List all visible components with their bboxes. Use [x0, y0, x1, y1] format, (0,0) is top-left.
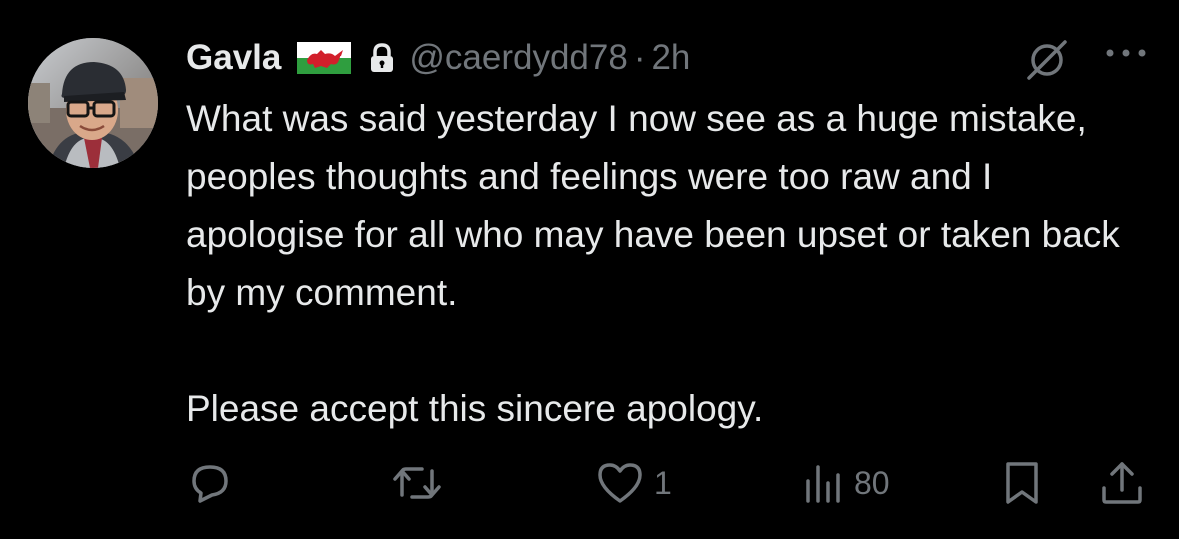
- avatar[interactable]: [28, 38, 158, 168]
- more-options-icon[interactable]: [1100, 40, 1152, 66]
- reply-icon: [188, 461, 232, 505]
- reply-button[interactable]: [188, 455, 232, 511]
- retweet-button[interactable]: [392, 455, 442, 511]
- share-icon: [1100, 460, 1144, 506]
- views-icon: [800, 461, 844, 505]
- tweet-header: Gavla @caerdydd78 · 2h: [186, 30, 690, 86]
- action-bar: 1 80: [0, 455, 1179, 511]
- like-button[interactable]: 1: [596, 455, 672, 511]
- wales-flag-icon: [297, 42, 352, 74]
- retweet-icon: [392, 461, 442, 505]
- heart-icon: [596, 461, 644, 505]
- tweet-paragraph: What was said yesterday I now see as a h…: [186, 98, 1120, 313]
- like-count: 1: [654, 464, 672, 501]
- tweet-paragraph: Please accept this sincere apology.: [186, 388, 764, 429]
- views-button[interactable]: 80: [800, 455, 890, 511]
- timestamp[interactable]: 2h: [651, 38, 690, 78]
- lock-icon: [369, 43, 395, 73]
- share-button[interactable]: [1100, 455, 1144, 511]
- tweet-text: What was said yesterday I now see as a h…: [186, 90, 1146, 438]
- bookmark-button[interactable]: [1002, 455, 1042, 511]
- display-name[interactable]: Gavla: [186, 38, 281, 78]
- bookmark-icon: [1002, 460, 1042, 506]
- grok-icon[interactable]: [1023, 38, 1071, 82]
- handle[interactable]: @caerdydd78: [409, 38, 627, 78]
- view-count: 80: [854, 464, 890, 501]
- separator-dot: ·: [633, 38, 646, 77]
- tweet[interactable]: Gavla @caerdydd78 · 2h What was said yes…: [0, 0, 1179, 539]
